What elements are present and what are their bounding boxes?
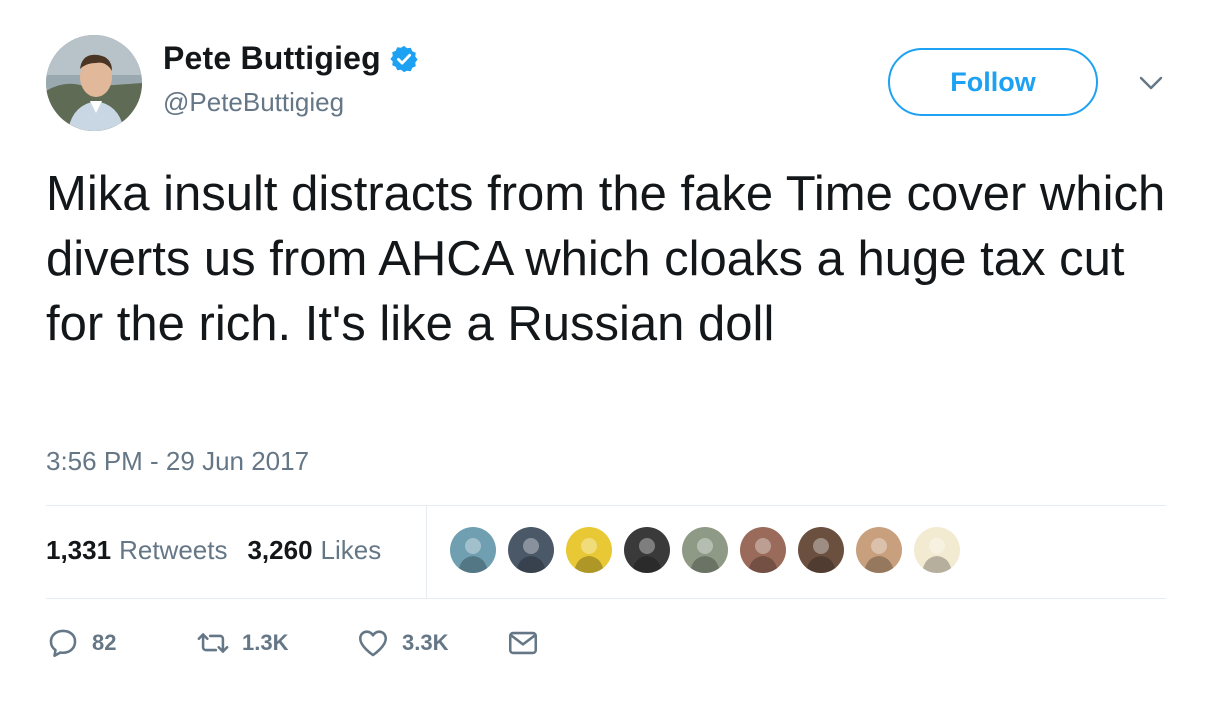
reply-icon: [49, 629, 77, 658]
liker-avatar[interactable]: [508, 527, 554, 573]
divider: [46, 598, 1166, 599]
retweet-action[interactable]: 1.3K: [196, 626, 356, 660]
avatar-photo-icon: [516, 538, 546, 573]
divider: [426, 506, 427, 598]
retweets-label: Retweets: [119, 535, 228, 565]
verified-badge-icon: [390, 45, 418, 72]
likes-stat[interactable]: 3,260 Likes: [247, 535, 381, 566]
likes-count: 3,260: [247, 535, 313, 565]
retweet-count: 1.3K: [242, 630, 289, 655]
profile-photo-icon: [46, 35, 142, 131]
chevron-down-icon[interactable]: [1138, 70, 1164, 96]
tweet-actions: 82 1.3K 3.3K: [46, 626, 552, 660]
envelope-icon: [508, 631, 538, 655]
liker-avatar[interactable]: [856, 527, 902, 573]
avatar[interactable]: [46, 35, 142, 131]
liker-avatar[interactable]: [798, 527, 844, 573]
avatar-photo-icon: [690, 538, 720, 573]
avatar-photo-icon: [864, 538, 894, 573]
avatar-photo-icon: [632, 538, 662, 573]
like-count: 3.3K: [402, 630, 449, 655]
author-display-name[interactable]: Pete Buttigieg: [163, 40, 381, 77]
avatar-photo-icon: [574, 538, 604, 573]
author-handle[interactable]: @PeteButtigieg: [163, 87, 344, 118]
tweet-timestamp[interactable]: 3:56 PM - 29 Jun 2017: [46, 446, 309, 477]
avatar-photo-icon: [748, 538, 778, 573]
liker-avatar[interactable]: [624, 527, 670, 573]
retweets-count: 1,331: [46, 535, 112, 565]
avatar-photo-icon: [458, 538, 488, 573]
liker-avatar[interactable]: [450, 527, 496, 573]
direct-message-action[interactable]: [506, 626, 552, 660]
likers-list: [450, 527, 972, 573]
divider: [46, 505, 1166, 506]
reply-action[interactable]: 82: [46, 626, 196, 660]
tweet-text: Mika insult distracts from the fake Time…: [46, 167, 1166, 351]
follow-button[interactable]: Follow: [888, 48, 1098, 116]
retweets-stat[interactable]: 1,331 Retweets: [46, 535, 227, 566]
liker-avatar[interactable]: [740, 527, 786, 573]
reply-count: 82: [92, 630, 117, 655]
heart-icon: [358, 630, 388, 657]
liker-avatar[interactable]: [914, 527, 960, 573]
liker-avatar[interactable]: [566, 527, 612, 573]
avatar-photo-icon: [922, 538, 952, 573]
like-action[interactable]: 3.3K: [356, 626, 506, 660]
likes-label: Likes: [320, 535, 382, 565]
retweet-icon: [197, 633, 229, 653]
avatar-photo-icon: [806, 538, 836, 573]
liker-avatar[interactable]: [682, 527, 728, 573]
tweet-stats: 1,331 Retweets 3,260 Likes: [46, 535, 381, 566]
